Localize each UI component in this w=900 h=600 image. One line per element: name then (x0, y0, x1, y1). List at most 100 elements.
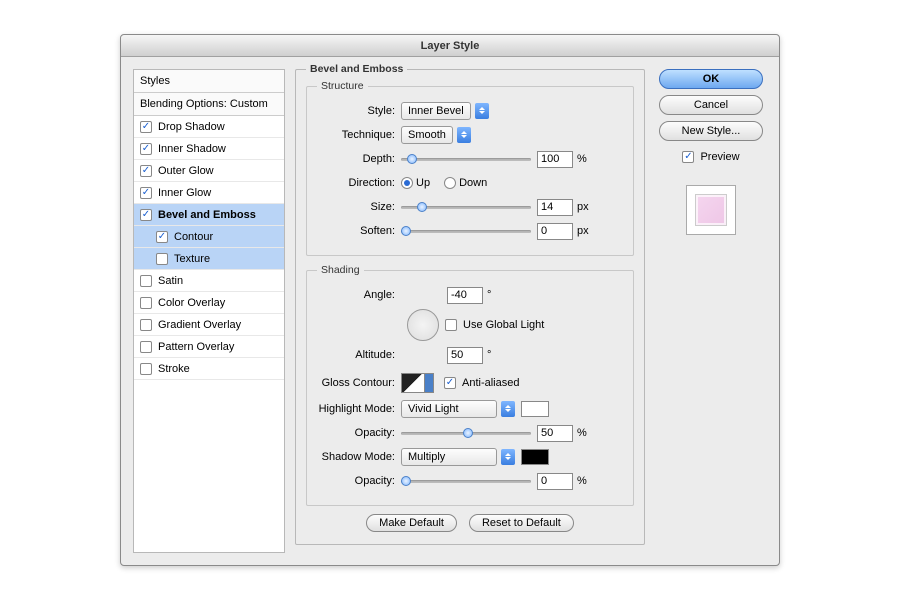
gloss-contour-label: Gloss Contour: (317, 377, 401, 389)
unit-label: ° (487, 349, 491, 361)
global-light-checkbox[interactable] (445, 319, 457, 331)
unit-label: px (577, 225, 589, 237)
checkbox-icon[interactable] (140, 363, 152, 375)
shadow-color-swatch[interactable] (521, 449, 549, 465)
bevel-emboss-group: Bevel and Emboss Structure Style: Inner … (295, 69, 645, 545)
style-label: Texture (174, 253, 210, 265)
dialog-buttons: OK Cancel New Style... Preview (655, 69, 767, 553)
size-slider[interactable] (401, 199, 531, 215)
checkbox-icon[interactable] (140, 275, 152, 287)
style-pattern-overlay[interactable]: Pattern Overlay (134, 336, 284, 358)
shading-legend: Shading (317, 264, 364, 276)
reset-default-button[interactable]: Reset to Default (469, 514, 574, 532)
highlight-mode-select[interactable]: Vivid Light (401, 400, 497, 418)
preview-checkbox[interactable] (682, 151, 694, 163)
checkbox-icon[interactable] (140, 121, 152, 133)
style-contour[interactable]: Contour (134, 226, 284, 248)
shadow-mode-select[interactable]: Multiply (401, 448, 497, 466)
chevron-down-icon[interactable] (424, 373, 434, 393)
preview-box (686, 185, 736, 235)
new-style-button[interactable]: New Style... (659, 121, 763, 141)
soften-slider[interactable] (401, 223, 531, 239)
style-color-overlay[interactable]: Color Overlay (134, 292, 284, 314)
styles-list: Styles Blending Options: Custom Drop Sha… (133, 69, 285, 553)
preview-swatch (695, 194, 727, 226)
cancel-button[interactable]: Cancel (659, 95, 763, 115)
depth-label: Depth: (317, 153, 401, 165)
shading-group: Shading Angle: ° Use Global Light Altitu… (306, 270, 634, 506)
chevron-updown-icon[interactable] (501, 449, 515, 465)
chevron-updown-icon[interactable] (501, 401, 515, 417)
antialiased-label: Anti-aliased (462, 377, 519, 389)
unit-label: ° (487, 289, 491, 301)
altitude-label: Altitude: (317, 349, 401, 361)
shadow-opacity-slider[interactable] (401, 473, 531, 489)
angle-dial[interactable] (407, 309, 439, 341)
checkbox-icon[interactable] (140, 143, 152, 155)
unit-label: % (577, 427, 587, 439)
window-title: Layer Style (121, 35, 779, 57)
style-label: Inner Glow (158, 187, 211, 199)
checkbox-icon[interactable] (156, 231, 168, 243)
styles-header[interactable]: Styles (134, 70, 284, 93)
gloss-contour-picker[interactable] (401, 373, 425, 393)
style-label: Bevel and Emboss (158, 209, 256, 221)
make-default-button[interactable]: Make Default (366, 514, 457, 532)
layer-style-dialog: Layer Style Styles Blending Options: Cus… (120, 34, 780, 566)
altitude-field[interactable] (447, 347, 483, 364)
shadow-opacity-field[interactable] (537, 473, 573, 490)
chevron-updown-icon[interactable] (457, 127, 471, 143)
angle-field[interactable] (447, 287, 483, 304)
style-label: Outer Glow (158, 165, 214, 177)
highlight-color-swatch[interactable] (521, 401, 549, 417)
highlight-mode-label: Highlight Mode: (317, 403, 401, 415)
style-drop-shadow[interactable]: Drop Shadow (134, 116, 284, 138)
unit-label: px (577, 201, 589, 213)
technique-label: Technique: (317, 129, 401, 141)
global-light-label: Use Global Light (463, 319, 544, 331)
style-inner-glow[interactable]: Inner Glow (134, 182, 284, 204)
style-outer-glow[interactable]: Outer Glow (134, 160, 284, 182)
ok-button[interactable]: OK (659, 69, 763, 89)
checkbox-icon[interactable] (140, 341, 152, 353)
style-gradient-overlay[interactable]: Gradient Overlay (134, 314, 284, 336)
unit-label: % (577, 153, 587, 165)
highlight-opacity-field[interactable] (537, 425, 573, 442)
depth-slider[interactable] (401, 151, 531, 167)
style-label: Drop Shadow (158, 121, 225, 133)
style-select[interactable]: Inner Bevel (401, 102, 471, 120)
chevron-updown-icon[interactable] (475, 103, 489, 119)
size-field[interactable] (537, 199, 573, 216)
up-label: Up (416, 177, 430, 189)
checkbox-icon[interactable] (140, 209, 152, 221)
style-label: Contour (174, 231, 213, 243)
angle-label: Angle: (317, 289, 401, 301)
depth-field[interactable] (537, 151, 573, 168)
direction-down-radio[interactable] (444, 177, 456, 189)
checkbox-icon[interactable] (140, 187, 152, 199)
technique-select[interactable]: Smooth (401, 126, 453, 144)
style-inner-shadow[interactable]: Inner Shadow (134, 138, 284, 160)
style-label: Stroke (158, 363, 190, 375)
direction-label: Direction: (317, 177, 401, 189)
soften-field[interactable] (537, 223, 573, 240)
size-label: Size: (317, 201, 401, 213)
style-bevel-emboss[interactable]: Bevel and Emboss (134, 204, 284, 226)
style-satin[interactable]: Satin (134, 270, 284, 292)
direction-up-radio[interactable] (401, 177, 413, 189)
style-label: Color Overlay (158, 297, 225, 309)
style-texture[interactable]: Texture (134, 248, 284, 270)
antialiased-checkbox[interactable] (444, 377, 456, 389)
preview-label: Preview (700, 151, 739, 163)
structure-group: Structure Style: Inner Bevel Technique: … (306, 86, 634, 256)
checkbox-icon[interactable] (156, 253, 168, 265)
checkbox-icon[interactable] (140, 165, 152, 177)
style-label: Pattern Overlay (158, 341, 234, 353)
highlight-opacity-slider[interactable] (401, 425, 531, 441)
checkbox-icon[interactable] (140, 297, 152, 309)
shadow-opacity-label: Opacity: (317, 475, 401, 487)
highlight-opacity-label: Opacity: (317, 427, 401, 439)
checkbox-icon[interactable] (140, 319, 152, 331)
blending-options-row[interactable]: Blending Options: Custom (134, 93, 284, 116)
style-stroke[interactable]: Stroke (134, 358, 284, 380)
